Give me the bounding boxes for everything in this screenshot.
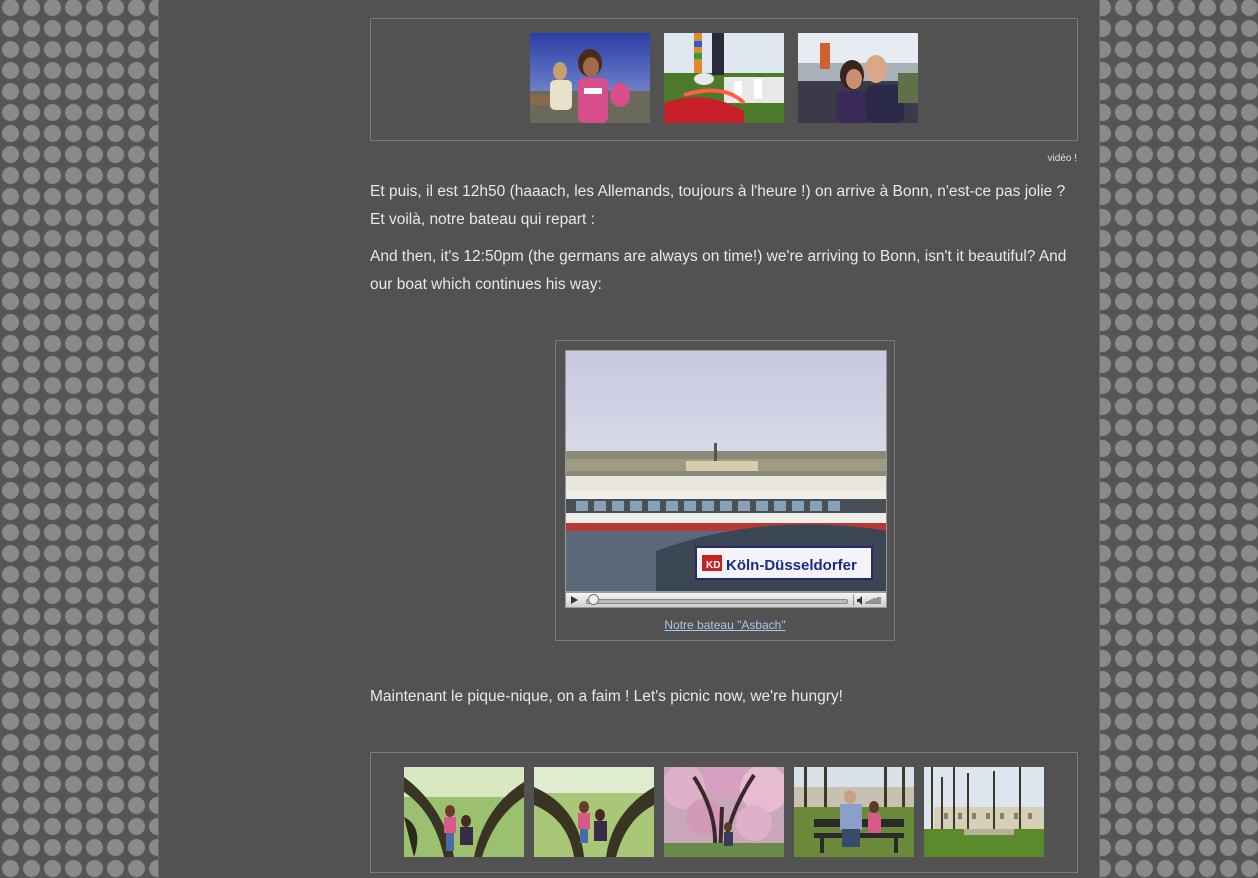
play-icon[interactable] [571, 596, 578, 604]
thumbnail-tree-climbing-2[interactable] [534, 767, 654, 857]
thumbnail-tree-climbing-1[interactable] [404, 767, 524, 857]
thumbnail-girls-on-boat[interactable] [530, 33, 650, 123]
paragraph-french-arrival: Et puis, il est 12h50 (haaach, les Allem… [370, 183, 1066, 228]
content-column: vidéo ! Et puis, il est 12h50 (haaach, l… [158, 0, 1100, 878]
thumbnail-image [404, 767, 524, 857]
thumbnail-park-avenue[interactable] [924, 767, 1044, 857]
thumbnail-cherry-blossom[interactable] [664, 767, 784, 857]
thumbnail-image [664, 767, 784, 857]
video-frame-boat: KD Köln-Düsseldorfer [566, 351, 886, 591]
video-screen[interactable]: KD Köln-Düsseldorfer [565, 350, 887, 592]
thumbnail-couple-kiss[interactable] [798, 33, 918, 123]
thumbnail-park-bench[interactable] [794, 767, 914, 857]
frame-sign-text: Köln-Düsseldorfer [726, 557, 857, 574]
video-caption-link[interactable]: Notre bateau "Asbach" [556, 618, 894, 632]
video-player-box: KD Köln-Düsseldorfer Notre bateau "Asbac… [555, 340, 895, 641]
thumbnail-image [534, 767, 654, 857]
video-controls [565, 592, 887, 608]
controls-divider [853, 594, 854, 606]
thumbnail-image [530, 33, 650, 123]
seek-bar[interactable] [586, 599, 848, 604]
thumbnail-image [664, 33, 784, 123]
thumbnail-image [924, 767, 1044, 857]
thumbnail-image [794, 767, 914, 857]
volume-icon[interactable] [856, 595, 884, 606]
seek-handle[interactable] [588, 594, 599, 605]
photo-gallery-bottom [370, 752, 1078, 873]
frame-logo-text: KD [706, 560, 720, 571]
photo-gallery-top [370, 18, 1078, 141]
video-link[interactable]: vidéo ! [1048, 153, 1077, 164]
thumbnail-legs-on-slide[interactable] [664, 33, 784, 123]
paragraph-picnic: Maintenant le pique-nique, on a faim ! L… [370, 688, 843, 705]
paragraph-english-arrival: And then, it's 12:50pm (the germans are … [370, 248, 1067, 293]
thumbnail-image [798, 33, 918, 123]
